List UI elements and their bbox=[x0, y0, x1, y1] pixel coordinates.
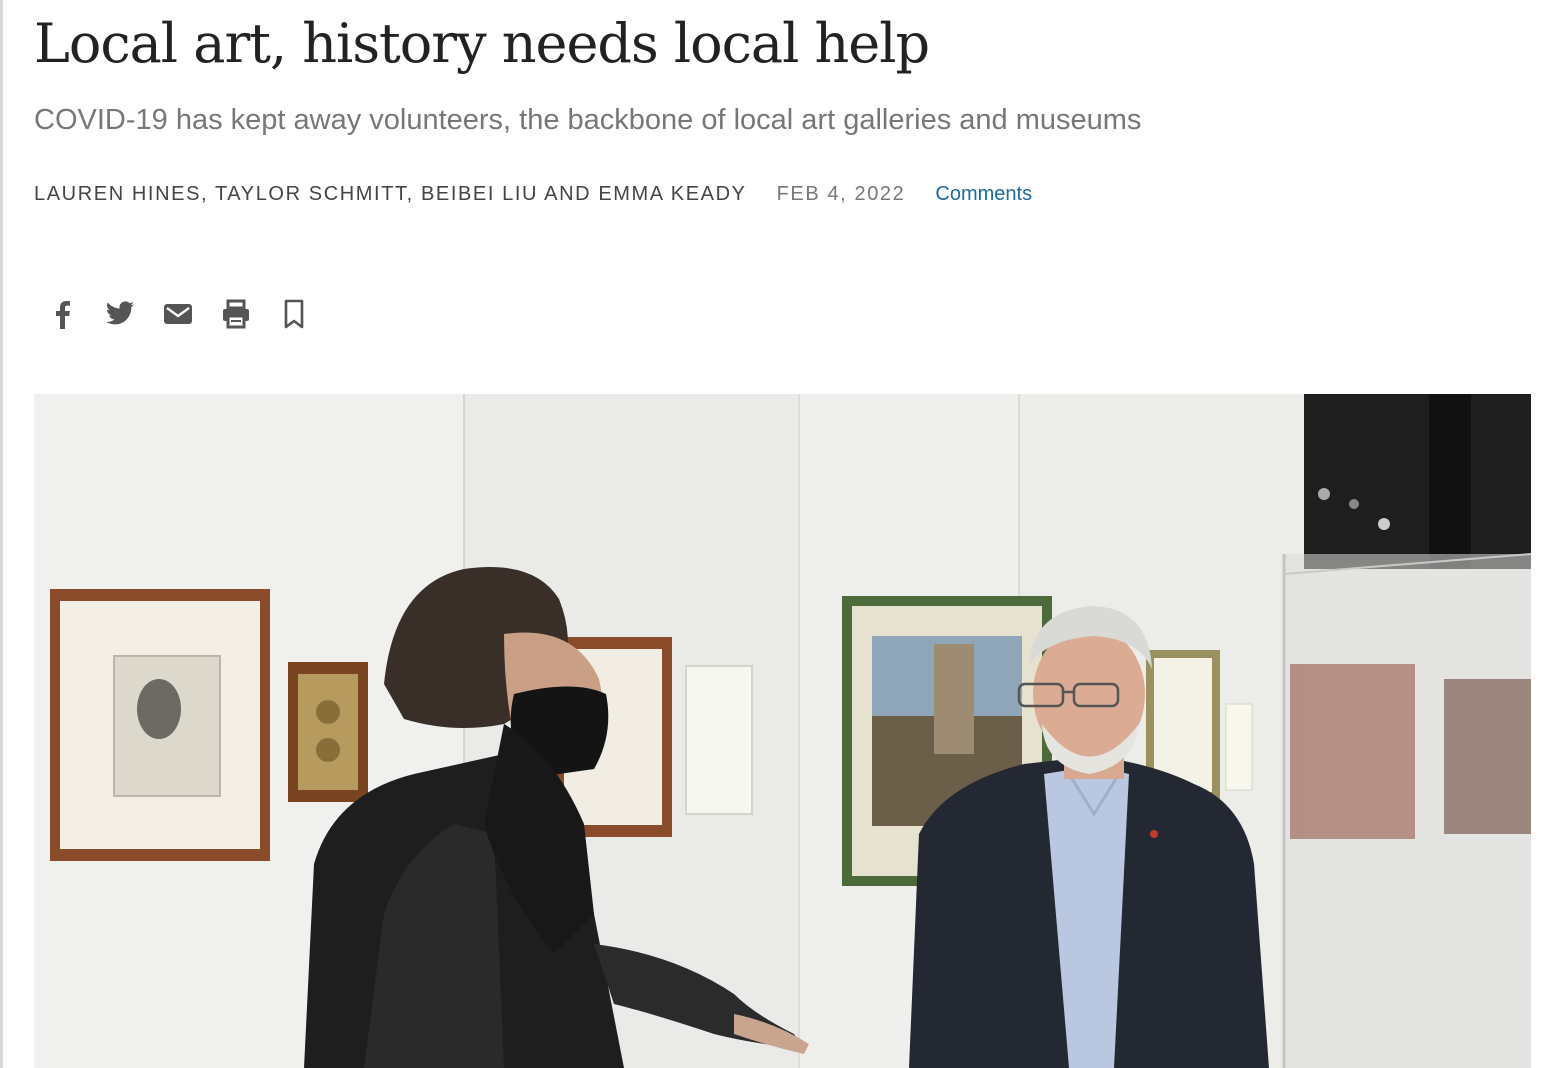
gallery-photo-illustration bbox=[34, 394, 1531, 1068]
twitter-icon bbox=[105, 301, 134, 325]
bookmark-icon bbox=[284, 299, 304, 329]
print-icon bbox=[223, 299, 249, 329]
page-left-border bbox=[0, 0, 3, 1068]
email-icon bbox=[164, 304, 192, 324]
article-authors: LAUREN HINES, TAYLOR SCHMITT, BEIBEI LIU… bbox=[34, 182, 747, 205]
article-hero-photo bbox=[34, 394, 1531, 1068]
article-date: FEB 4, 2022 bbox=[776, 182, 906, 205]
article-headline: Local art, history needs local help bbox=[34, 12, 930, 75]
share-toolbar bbox=[44, 294, 312, 334]
bookmark-button[interactable] bbox=[276, 294, 312, 334]
facebook-icon bbox=[56, 301, 70, 329]
article-subheadline: COVID-19 has kept away volunteers, the b… bbox=[34, 104, 1142, 136]
twitter-share-button[interactable] bbox=[102, 294, 138, 334]
email-share-button[interactable] bbox=[160, 294, 196, 334]
byline-row: LAUREN HINES, TAYLOR SCHMITT, BEIBEI LIU… bbox=[34, 178, 1032, 210]
facebook-share-button[interactable] bbox=[44, 294, 80, 334]
comments-link[interactable]: Comments bbox=[935, 183, 1032, 206]
print-button[interactable] bbox=[218, 294, 254, 334]
